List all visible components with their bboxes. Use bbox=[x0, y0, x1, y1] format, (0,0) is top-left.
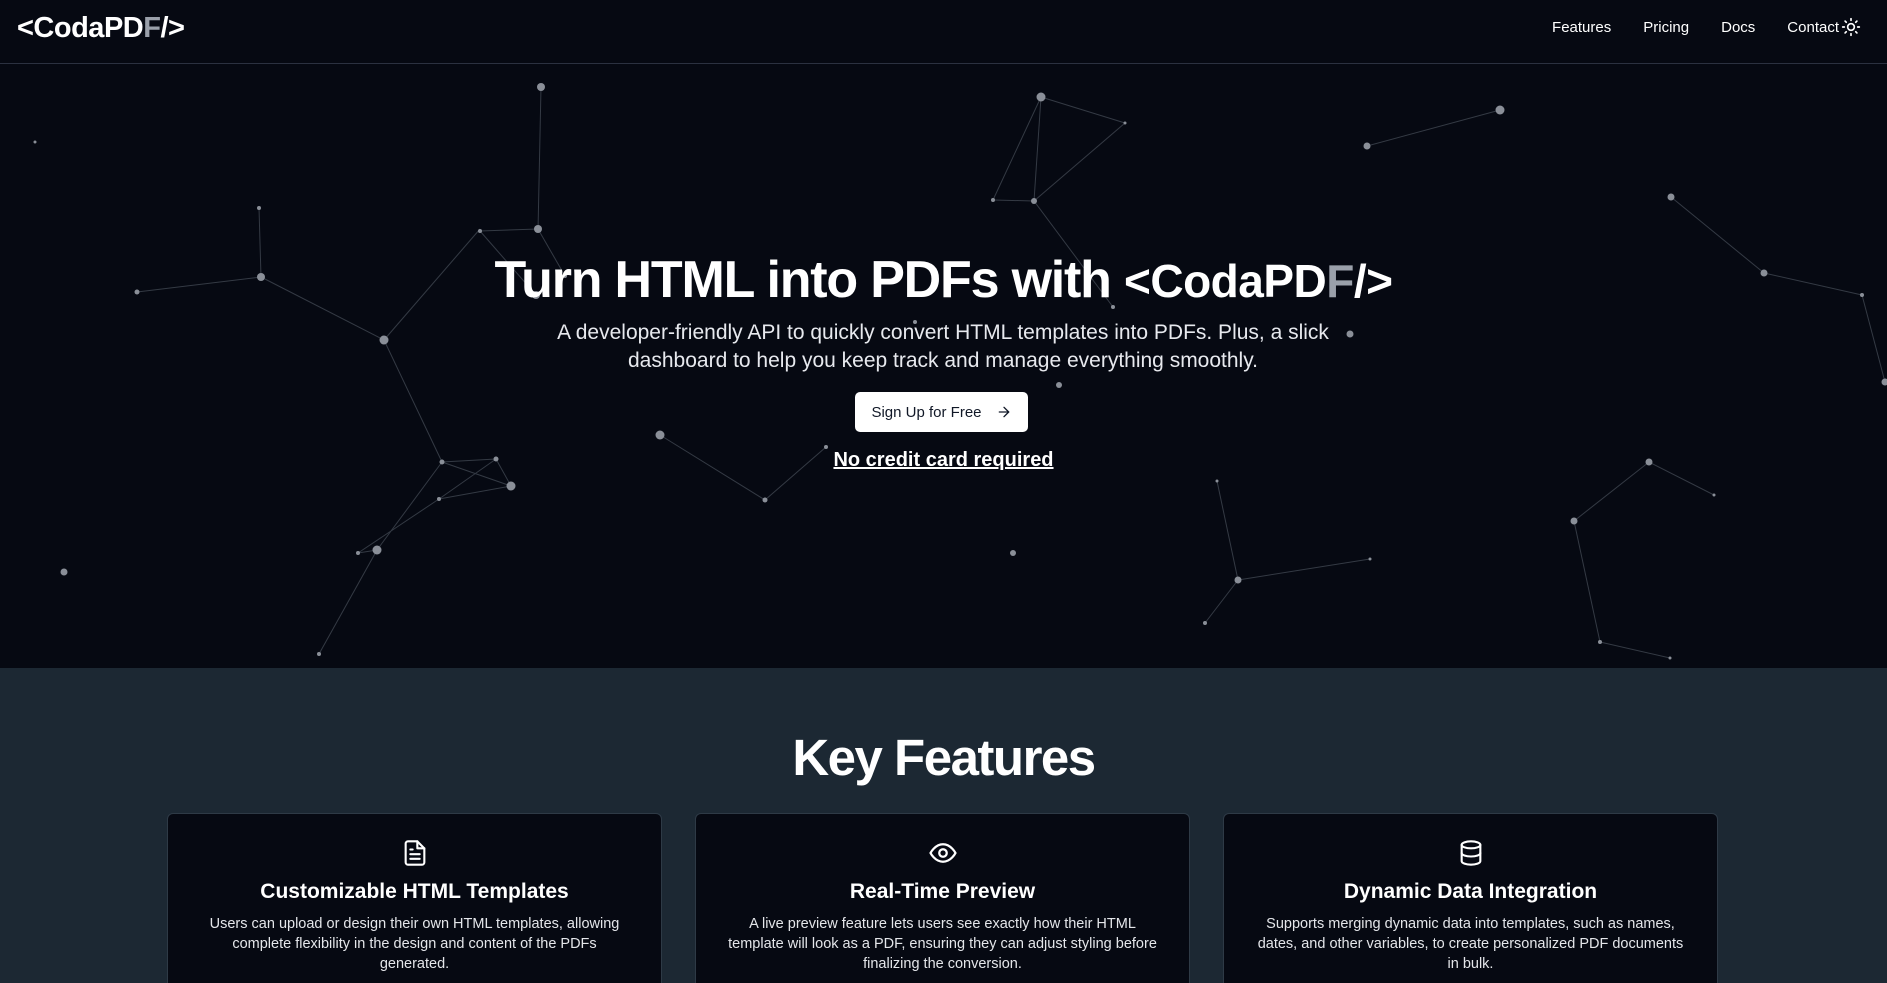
top-navbar: <CodaPDF/> Features Pricing Docs Contact bbox=[0, 0, 1887, 64]
nav-features[interactable]: Features bbox=[1552, 19, 1611, 36]
feature-card-data: Dynamic Data Integration Supports mergin… bbox=[1223, 813, 1718, 983]
feature-card-templates: Customizable HTML Templates Users can up… bbox=[167, 813, 662, 983]
eye-icon bbox=[928, 843, 957, 863]
hero-brand-coda: <Coda bbox=[1124, 255, 1264, 307]
logo[interactable]: <CodaPDF/> bbox=[17, 12, 185, 45]
theme-toggle-button[interactable] bbox=[1841, 17, 1861, 37]
feature-card-title: Dynamic Data Integration bbox=[1343, 880, 1598, 903]
feature-icon-wrap bbox=[168, 838, 661, 866]
database-icon bbox=[1460, 840, 1481, 866]
logo-text-close: /> bbox=[160, 12, 185, 44]
hero-brand-close: /> bbox=[1353, 255, 1393, 307]
feature-card-title: Customizable HTML Templates bbox=[260, 880, 569, 903]
sun-icon bbox=[1841, 17, 1861, 37]
nav-docs[interactable]: Docs bbox=[1721, 19, 1755, 36]
hero-subtitle: A developer-friendly API to quickly conv… bbox=[557, 321, 1329, 372]
feature-card-text: Users can upload or design their own HTM… bbox=[209, 916, 620, 972]
logo-text-coda: <Coda bbox=[17, 12, 104, 44]
logo-text-f: F bbox=[143, 12, 161, 44]
logo-text-pd: PD bbox=[103, 12, 144, 44]
feature-icon-wrap bbox=[696, 838, 1189, 866]
arrow-right-icon bbox=[998, 406, 1009, 418]
sign-up-button-label: Sign Up for Free bbox=[871, 403, 982, 421]
feature-card-title: Real-Time Preview bbox=[849, 880, 1036, 903]
file-text-icon bbox=[404, 840, 425, 866]
no-credit-card-note[interactable]: No credit card required bbox=[0, 449, 1887, 472]
hero-brand-pd: PD bbox=[1263, 255, 1327, 307]
sign-up-button[interactable]: Sign Up for Free bbox=[855, 392, 1028, 432]
features-section: Key Features Customizable HTML Templates… bbox=[0, 668, 1887, 983]
hero-title-text: Turn HTML into PDFs with bbox=[494, 251, 1112, 309]
landing-page: <CodaPDF/> Features Pricing Docs Contact bbox=[0, 0, 1887, 983]
feature-card-text: Supports merging dynamic data into templ… bbox=[1257, 916, 1684, 972]
hero-brand: <CodaPDF/> bbox=[1124, 255, 1393, 307]
nav-pricing[interactable]: Pricing bbox=[1643, 19, 1689, 36]
hero-brand-f: F bbox=[1326, 255, 1354, 307]
main-nav: Features Pricing Docs Contact bbox=[1552, 0, 1839, 54]
hero-title: Turn HTML into PDFs with <CodaPDF/> bbox=[0, 250, 1887, 310]
hero-section: Turn HTML into PDFs with <CodaPDF/> A de… bbox=[0, 64, 1887, 668]
nav-contact[interactable]: Contact bbox=[1787, 19, 1839, 36]
features-title: Key Features bbox=[792, 729, 1096, 786]
hero-content: Turn HTML into PDFs with <CodaPDF/> A de… bbox=[0, 64, 1887, 668]
feature-card-preview: Real-Time Preview A live preview feature… bbox=[695, 813, 1190, 983]
feature-card-text: A live preview feature lets users see ex… bbox=[728, 916, 1157, 972]
feature-icon-wrap bbox=[1224, 838, 1717, 866]
